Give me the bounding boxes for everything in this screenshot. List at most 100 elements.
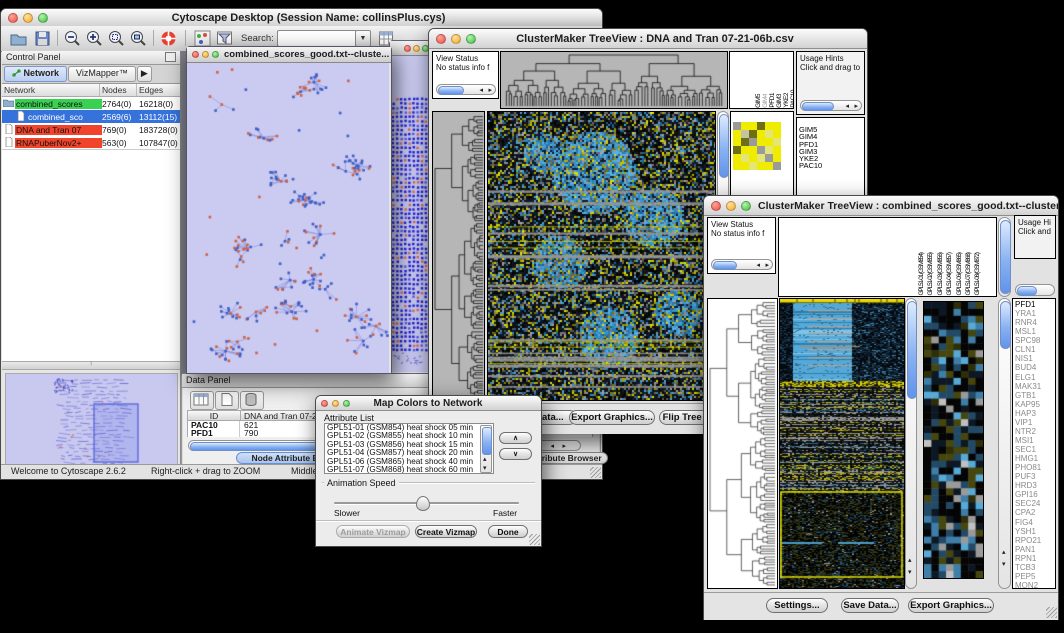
minimize-icon[interactable]: [726, 201, 736, 211]
network-canvas-grid[interactable]: [390, 56, 429, 372]
move-up-button[interactable]: ∧: [499, 432, 532, 444]
view-status-hscrollbar[interactable]: ◂ ▸: [436, 84, 496, 95]
minimize-icon[interactable]: [202, 51, 209, 58]
tab-vizmapper[interactable]: VizMapper™: [68, 66, 136, 82]
zoom-window-icon[interactable]: [741, 201, 751, 211]
close-icon[interactable]: [436, 34, 446, 44]
button-save-data-[interactable]: Save Data...: [841, 598, 899, 613]
matrix-cell[interactable]: [733, 146, 741, 154]
zoom-matrix[interactable]: [733, 122, 781, 170]
matrix-cell[interactable]: [765, 154, 773, 162]
scroll-down-icon[interactable]: ▾: [908, 569, 912, 576]
done-button[interactable]: Done: [488, 525, 528, 538]
button-settings-[interactable]: Settings...: [766, 598, 828, 613]
zoom-fit-button[interactable]: [129, 29, 148, 48]
close-icon[interactable]: [192, 51, 199, 58]
scroll-left-icon[interactable]: ◂: [550, 443, 554, 450]
attribute-list-item[interactable]: GPL51-07 (GSM868) heat shock 60 min: [325, 466, 493, 474]
minimize-icon[interactable]: [23, 13, 33, 23]
matrix-cell[interactable]: [773, 130, 781, 138]
treeview1-titlebar[interactable]: ClusterMaker TreeView : DNA and Tran 07-…: [429, 29, 867, 49]
attribute-list-vscrollbar[interactable]: ▴ ▾: [480, 425, 492, 473]
cytoscape-titlebar[interactable]: Cytoscape Desktop (Session Name: collins…: [1, 9, 602, 27]
matrix-cell[interactable]: [757, 162, 765, 170]
scroll-down-icon[interactable]: ▾: [1002, 561, 1006, 568]
float-panel-icon[interactable]: [165, 52, 176, 62]
resize-grip[interactable]: [1046, 607, 1057, 618]
matrix-cell[interactable]: [765, 138, 773, 146]
column-dendrogram-panel[interactable]: [500, 51, 728, 109]
network-row[interactable]: RNAPuberNov2+563(0)107847(0): [2, 136, 180, 149]
gene-labels-vscrollbar[interactable]: ▴ ▾: [998, 298, 1011, 589]
matrix-cell[interactable]: [749, 154, 757, 162]
heatmap-panel[interactable]: [487, 111, 716, 401]
matrix-cell[interactable]: [773, 146, 781, 154]
zoom-window-icon[interactable]: [466, 34, 476, 44]
zoom-region-button[interactable]: [107, 29, 126, 48]
zoom-heatmap-canvas[interactable]: [924, 302, 983, 578]
matrix-cell[interactable]: [757, 146, 765, 154]
matrix-cell[interactable]: [757, 130, 765, 138]
panel-divider-handle[interactable]: ↕: [2, 361, 180, 370]
tab-network[interactable]: Network: [4, 66, 67, 82]
birdseye-view[interactable]: [2, 370, 180, 478]
zoom-window-icon[interactable]: [343, 400, 350, 407]
button-export-graphics-[interactable]: Export Graphics...: [569, 410, 655, 425]
network-window-2-titlebar[interactable]: [390, 41, 431, 56]
scroll-up-icon[interactable]: ▴: [908, 557, 912, 564]
scroll-left-icon[interactable]: ◂: [845, 103, 849, 110]
matrix-cell[interactable]: [741, 146, 749, 154]
resize-grip[interactable]: [590, 467, 601, 478]
matrix-cell[interactable]: [741, 154, 749, 162]
network-window-1-titlebar[interactable]: combined_scores_good.txt--cluste...: [187, 47, 391, 63]
heatmap-canvas[interactable]: [780, 299, 904, 588]
zoom-in-button[interactable]: [85, 29, 104, 48]
matrix-cell[interactable]: [749, 138, 757, 146]
scroll-right-icon[interactable]: ▸: [765, 262, 769, 269]
matrix-cell[interactable]: [749, 146, 757, 154]
matrix-cell[interactable]: [733, 154, 741, 162]
close-icon[interactable]: [404, 45, 411, 52]
matrix-cell[interactable]: [749, 122, 757, 130]
heatmap-canvas[interactable]: [488, 112, 715, 400]
matrix-cell[interactable]: [733, 122, 741, 130]
search-input[interactable]: [277, 30, 357, 47]
treeview2-titlebar[interactable]: ClusterMaker TreeView : combined_scores_…: [704, 196, 1058, 216]
scroll-down-icon[interactable]: ▾: [483, 465, 487, 472]
attribute-select-button[interactable]: [190, 391, 214, 410]
scroll-left-icon[interactable]: ◂: [756, 262, 760, 269]
matrix-cell[interactable]: [773, 122, 781, 130]
scroll-right-icon[interactable]: ▸: [854, 103, 858, 110]
zoom-out-button[interactable]: [63, 29, 82, 48]
close-icon[interactable]: [321, 400, 328, 407]
zoom-window-icon[interactable]: [38, 13, 48, 23]
matrix-cell[interactable]: [773, 154, 781, 162]
attribute-list[interactable]: GPL51-01 (GSM854) heat shock 05 minGPL51…: [324, 423, 494, 474]
matrix-cell[interactable]: [773, 138, 781, 146]
tab-overflow-arrow-icon[interactable]: ▶: [137, 66, 152, 82]
matrix-cell[interactable]: [733, 162, 741, 170]
scroll-right-icon[interactable]: ▸: [488, 87, 492, 94]
matrix-cell[interactable]: [741, 122, 749, 130]
network-row[interactable]: DNA and Tran 07769(0)183728(0): [2, 123, 180, 136]
row-dendrogram-panel[interactable]: [707, 298, 778, 589]
open-button[interactable]: [9, 29, 28, 48]
scroll-up-icon[interactable]: ▴: [1002, 549, 1006, 556]
animate-vizmap-button[interactable]: Animate Vizmap: [336, 525, 410, 538]
matrix-cell[interactable]: [765, 146, 773, 154]
close-icon[interactable]: [711, 201, 721, 211]
row-dendrogram-canvas[interactable]: [433, 112, 484, 400]
minimize-icon[interactable]: [332, 400, 339, 407]
matrix-cell[interactable]: [733, 138, 741, 146]
zoom-window-icon[interactable]: [212, 51, 219, 58]
view-status-hscrollbar[interactable]: ◂ ▸: [711, 259, 773, 270]
matrix-cell[interactable]: [741, 162, 749, 170]
usage-hints-hscrollbar[interactable]: ◂ ▸: [800, 100, 862, 111]
matrix-cell[interactable]: [733, 130, 741, 138]
network-canvas[interactable]: [187, 63, 389, 373]
matrix-cell[interactable]: [741, 130, 749, 138]
new-attribute-button[interactable]: [215, 391, 239, 410]
matrix-cell[interactable]: [757, 154, 765, 162]
heatmap-panel[interactable]: [779, 298, 905, 589]
usage-hints-hscrollbar[interactable]: [1015, 284, 1055, 296]
